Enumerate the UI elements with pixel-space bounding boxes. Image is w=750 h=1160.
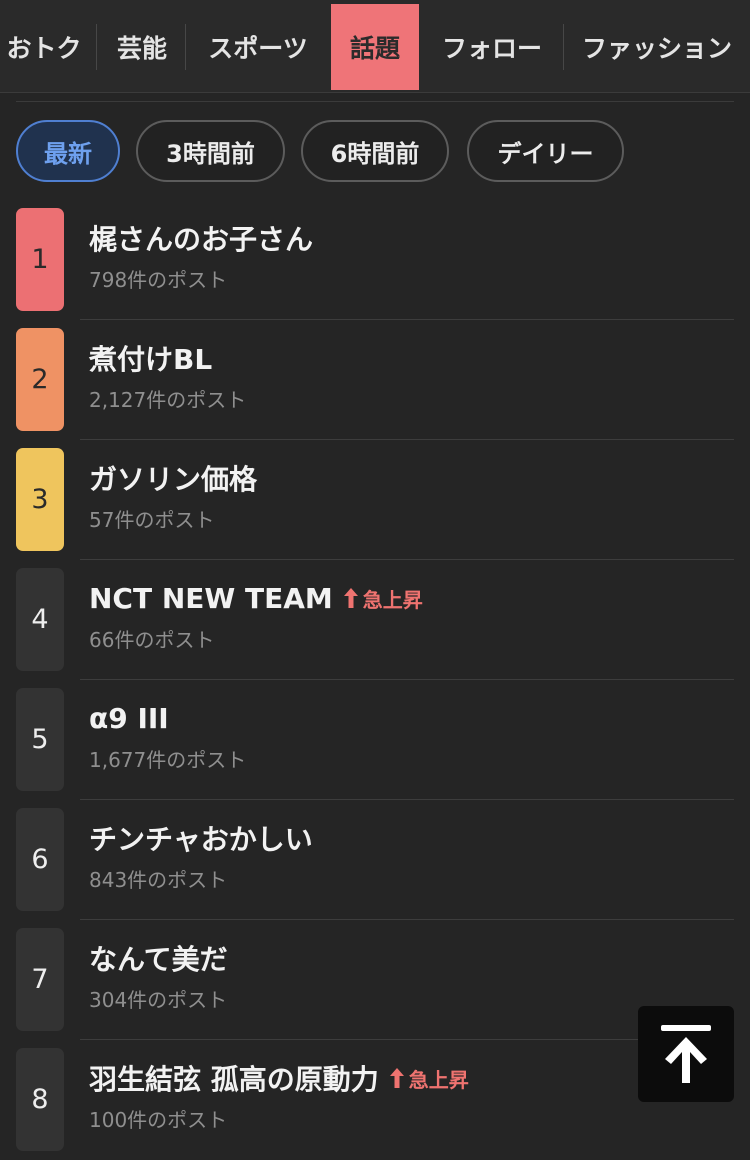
up-arrow-icon	[343, 588, 358, 608]
tab-otoku[interactable]: おトク	[0, 4, 92, 90]
tab-sports[interactable]: スポーツ	[190, 4, 326, 90]
post-count: 2,127件のポスト	[89, 388, 247, 412]
tab-fashion[interactable]: ファッション	[572, 4, 750, 90]
rank-badge: 7	[16, 928, 64, 1031]
list-item[interactable]: 3 ガソリン価格 57件のポスト	[0, 440, 750, 560]
tab-wadai[interactable]: 話題	[331, 4, 419, 90]
rank-badge: 1	[16, 208, 64, 311]
tab-separator	[96, 24, 97, 70]
rank-badge: 3	[16, 448, 64, 551]
surge-label: 急上昇	[362, 587, 423, 612]
tab-separator	[563, 24, 564, 70]
trend-title: 煮付けBL	[89, 343, 213, 376]
surge-badge: 急上昇	[343, 584, 423, 613]
trend-title: ガソリン価格	[89, 463, 258, 496]
rank-badge: 8	[16, 1048, 64, 1151]
rank-badge: 6	[16, 808, 64, 911]
arrow-up-to-top-icon	[661, 1025, 711, 1083]
surge-label: 急上昇	[408, 1067, 469, 1092]
trend-title: 羽生結弦 孤高の原動力 急上昇	[89, 1063, 469, 1096]
filter-daily[interactable]: デイリー	[467, 120, 624, 182]
post-count: 57件のポスト	[89, 508, 215, 532]
rank-badge: 5	[16, 688, 64, 791]
list-item[interactable]: 5 α9 III 1,677件のポスト	[0, 680, 750, 800]
filter-latest[interactable]: 最新	[16, 120, 120, 182]
post-count: 1,677件のポスト	[89, 748, 247, 772]
filter-3-hours[interactable]: 3時間前	[136, 120, 285, 182]
post-count: 798件のポスト	[89, 268, 228, 292]
tab-geinou[interactable]: 芸能	[100, 4, 184, 90]
section-divider	[16, 101, 734, 102]
trend-title: 梶さんのお子さん	[89, 223, 314, 256]
trend-title: なんて美だ	[89, 943, 228, 976]
post-count: 843件のポスト	[89, 868, 228, 892]
filter-6-hours[interactable]: 6時間前	[301, 120, 449, 182]
tab-follow[interactable]: フォロー	[427, 4, 557, 90]
trend-title: NCT NEW TEAM 急上昇	[89, 581, 423, 615]
list-item[interactable]: 1 梶さんのお子さん 798件のポスト	[0, 200, 750, 320]
up-arrow-icon	[389, 1068, 404, 1088]
rank-badge: 4	[16, 568, 64, 671]
surge-badge: 急上昇	[389, 1064, 469, 1093]
post-count: 66件のポスト	[89, 628, 215, 652]
category-tab-bar: おトク 芸能 スポーツ 話題 フォロー ファッション	[0, 0, 750, 93]
rank-badge: 2	[16, 328, 64, 431]
post-count: 304件のポスト	[89, 988, 228, 1012]
list-item[interactable]: 4 NCT NEW TEAM 急上昇 66件のポスト	[0, 560, 750, 680]
list-item[interactable]: 6 チンチャおかしい 843件のポスト	[0, 800, 750, 920]
trend-title: α9 III	[89, 701, 169, 735]
list-item[interactable]: 2 煮付けBL 2,127件のポスト	[0, 320, 750, 440]
tab-separator	[185, 24, 186, 70]
back-to-top-button[interactable]	[638, 1006, 734, 1102]
trend-title: チンチャおかしい	[89, 823, 313, 856]
